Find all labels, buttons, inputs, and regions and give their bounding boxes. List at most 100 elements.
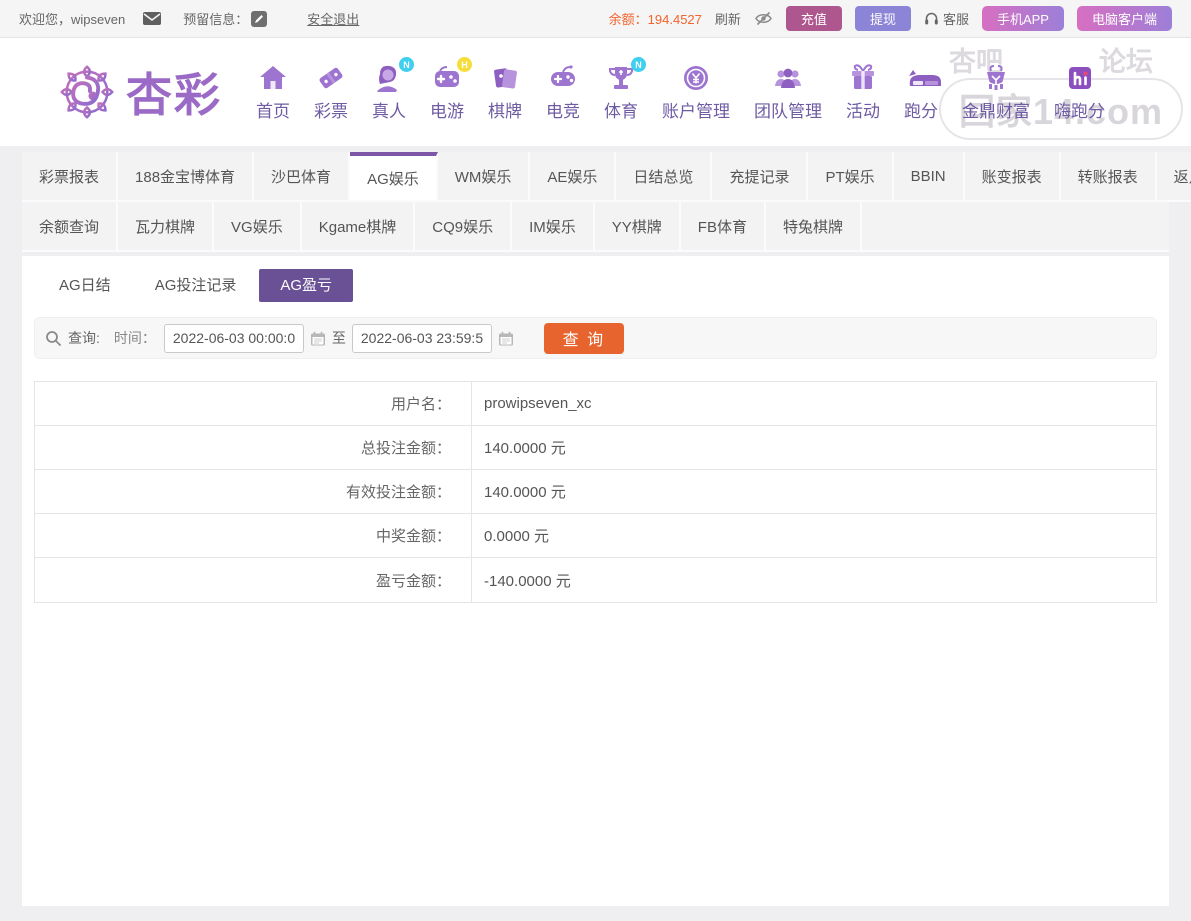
balance-value: 194.4527	[648, 12, 702, 27]
table-row-profit-loss: 盈亏金额： -140.0000 元	[35, 558, 1156, 602]
cards-icon	[489, 62, 521, 94]
tab-daily-summary[interactable]: 日结总览	[616, 152, 712, 202]
hide-balance-eye-slash-icon[interactable]	[754, 11, 773, 26]
row-label: 中奖金额：	[35, 514, 472, 557]
tab-lottery-report[interactable]: 彩票报表	[22, 152, 118, 202]
row-value: 140.0000 元	[472, 426, 566, 469]
customer-service-label: 客服	[943, 9, 969, 28]
flower-logo-icon	[56, 61, 118, 123]
query-bar: 查询: 时间： 至 查 询	[34, 317, 1157, 359]
tab-pt-entertainment[interactable]: PT娱乐	[808, 152, 893, 202]
date-from-input[interactable]	[164, 324, 304, 353]
tab-188-sports[interactable]: 188金宝博体育	[118, 152, 254, 202]
ag-subtabs: AG日结 AG投注记录 AG盈亏	[22, 256, 1169, 302]
welcome-text: 欢迎您，wipseven	[19, 9, 125, 28]
tab-rebate-total[interactable]: 返点总额	[1157, 152, 1191, 202]
logout-link[interactable]: 安全退出	[307, 9, 359, 28]
tab-account-change-report[interactable]: 账变报表	[965, 152, 1061, 202]
gift-icon	[847, 62, 879, 94]
nav-item-live[interactable]: N 真人	[360, 62, 418, 122]
nav-item-promotions[interactable]: 活动	[834, 62, 892, 122]
subtab-ag-profit-loss[interactable]: AG盈亏	[259, 269, 353, 302]
customer-service[interactable]: 客服	[924, 9, 969, 28]
nav-item-cards[interactable]: 棋牌	[476, 62, 534, 122]
nav-item-haipaofen[interactable]: 嗨跑分	[1042, 62, 1117, 122]
hi-icon	[1064, 62, 1096, 94]
nav-item-team[interactable]: 团队管理	[742, 62, 834, 122]
content-panel: AG日结 AG投注记录 AG盈亏 查询: 时间： 至 查 询 用户名： prow…	[22, 256, 1169, 906]
tab-yy-cards[interactable]: YY棋牌	[595, 202, 681, 252]
row-value: 140.0000 元	[472, 470, 566, 513]
subtab-ag-bet-records[interactable]: AG投注记录	[134, 269, 258, 302]
query-button[interactable]: 查 询	[544, 323, 624, 354]
report-tabs: 彩票报表 188金宝博体育 沙巴体育 AG娱乐 WM娱乐 AE娱乐 日结总览 充…	[22, 152, 1169, 252]
edit-pencil-icon[interactable]	[251, 11, 267, 27]
table-row-valid-bet: 有效投注金额： 140.0000 元	[35, 470, 1156, 514]
tab-balance-query[interactable]: 余额查询	[22, 202, 118, 252]
balance-text: 余额：194.4527	[609, 9, 702, 28]
tab-saba-sports[interactable]: 沙巴体育	[254, 152, 350, 202]
recharge-button[interactable]: 充值	[786, 6, 842, 31]
site-logo[interactable]: 杏彩	[56, 59, 222, 125]
withdraw-button[interactable]: 提现	[855, 6, 911, 31]
nav-item-jinding[interactable]: 金鼎财富	[950, 62, 1042, 122]
query-label: 查询:	[68, 328, 100, 348]
nav-item-account[interactable]: 账户管理	[650, 62, 742, 122]
refresh-link[interactable]: 刷新	[715, 9, 741, 28]
message-envelope-icon[interactable]	[143, 12, 161, 25]
tab-row-2: 余额查询 瓦力棋牌 VG娱乐 Kgame棋牌 CQ9娱乐 IM娱乐 YY棋牌 F…	[22, 202, 1169, 252]
logo-text: 杏彩	[126, 59, 222, 125]
calendar-icon-from[interactable]	[310, 331, 326, 346]
nav-item-sports[interactable]: N 体育	[592, 62, 650, 122]
nav-item-lottery[interactable]: 彩票	[302, 62, 360, 122]
table-row-win-amount: 中奖金额： 0.0000 元	[35, 514, 1156, 558]
tab-kgame-cards[interactable]: Kgame棋牌	[302, 202, 416, 252]
nav-item-paofen[interactable]: 跑分	[892, 62, 950, 122]
table-row-username: 用户名： prowipseven_xc	[35, 382, 1156, 426]
row-label: 用户名：	[35, 382, 472, 425]
tab-vg-entertainment[interactable]: VG娱乐	[214, 202, 302, 252]
ticket-icon	[315, 62, 347, 94]
tab-row-filler	[862, 202, 1169, 252]
headset-icon	[924, 12, 939, 26]
time-label: 时间：	[114, 328, 156, 348]
to-label: 至	[332, 328, 346, 348]
tab-deposit-withdraw-records[interactable]: 充提记录	[712, 152, 808, 202]
tab-tetu-cards[interactable]: 特兔棋牌	[766, 202, 862, 252]
search-icon	[45, 330, 62, 347]
slots-icon: H	[431, 62, 463, 94]
badge-h: H	[457, 57, 472, 72]
topbar: 欢迎您，wipseven 预留信息： 安全退出 余额：194.4527 刷新 充…	[0, 0, 1191, 38]
date-to-input[interactable]	[352, 324, 492, 353]
tab-ae-entertainment[interactable]: AE娱乐	[530, 152, 616, 202]
tab-transfer-report[interactable]: 转账报表	[1061, 152, 1157, 202]
account-coin-icon	[680, 62, 712, 94]
row-label: 盈亏金额：	[35, 558, 472, 602]
tab-row-1: 彩票报表 188金宝博体育 沙巴体育 AG娱乐 WM娱乐 AE娱乐 日结总览 充…	[22, 152, 1169, 202]
tab-wm-entertainment[interactable]: WM娱乐	[438, 152, 531, 202]
reserved-info-label: 预留信息：	[183, 9, 248, 28]
table-row-total-bet: 总投注金额： 140.0000 元	[35, 426, 1156, 470]
tab-ag-entertainment[interactable]: AG娱乐	[350, 152, 438, 202]
row-label: 有效投注金额：	[35, 470, 472, 513]
subtab-ag-daily[interactable]: AG日结	[38, 269, 132, 302]
tab-wali-cards[interactable]: 瓦力棋牌	[118, 202, 214, 252]
calendar-icon-to[interactable]	[498, 331, 514, 346]
pc-client-button[interactable]: 电脑客户端	[1077, 6, 1172, 31]
row-label: 总投注金额：	[35, 426, 472, 469]
esports-icon	[547, 62, 579, 94]
nav-item-esports[interactable]: 电竞	[534, 62, 592, 122]
tripod-icon	[980, 62, 1012, 94]
live-person-icon: N	[373, 62, 405, 94]
tab-im-entertainment[interactable]: IM娱乐	[512, 202, 595, 252]
tab-cq9-entertainment[interactable]: CQ9娱乐	[415, 202, 512, 252]
tab-bbin[interactable]: BBIN	[894, 152, 965, 202]
nav-item-home[interactable]: 首页	[244, 62, 302, 122]
mobile-app-button[interactable]: 手机APP	[982, 6, 1064, 31]
row-value: -140.0000 元	[472, 558, 571, 602]
badge-n: N	[399, 57, 414, 72]
tab-fb-sports[interactable]: FB体育	[681, 202, 766, 252]
nav-item-egames[interactable]: H 电游	[418, 62, 476, 122]
row-value: prowipseven_xc	[472, 382, 592, 425]
main-nav: 首页 彩票 N 真人 H 电游 棋牌	[244, 62, 1117, 122]
